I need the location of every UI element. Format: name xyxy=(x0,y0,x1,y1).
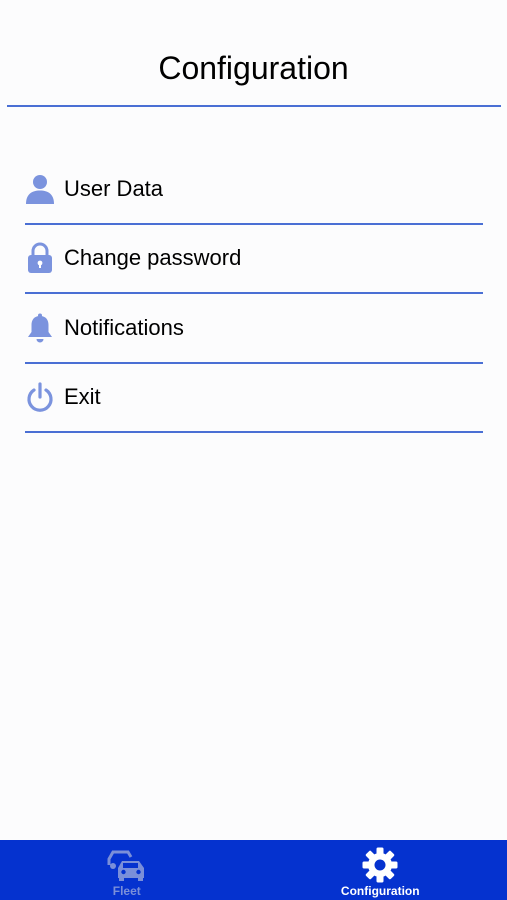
tab-configuration[interactable]: Configuration xyxy=(254,840,507,900)
tab-bar: Fleet Configuration xyxy=(0,840,507,900)
gear-icon xyxy=(359,846,401,884)
menu-item-change-password[interactable]: Change password xyxy=(25,225,483,294)
menu-item-label: Change password xyxy=(64,245,242,271)
menu-item-user-data[interactable]: User Data xyxy=(25,155,483,225)
cars-icon xyxy=(106,846,148,884)
menu-item-notifications[interactable]: Notifications xyxy=(25,294,483,364)
user-icon xyxy=(25,173,55,205)
lock-icon xyxy=(25,242,55,274)
menu-item-label: User Data xyxy=(64,175,164,201)
page-title: Configuration xyxy=(158,50,349,86)
tab-label: Fleet xyxy=(112,884,141,898)
tab-label: Configuration xyxy=(340,884,420,898)
settings-menu: User Data Change password Notifications xyxy=(25,155,483,433)
power-icon xyxy=(25,381,55,413)
tab-fleet[interactable]: Fleet xyxy=(0,840,254,900)
menu-item-label: Notifications xyxy=(64,314,184,340)
bell-icon xyxy=(25,312,55,344)
menu-item-exit[interactable]: Exit xyxy=(25,364,483,433)
header-divider xyxy=(7,105,501,107)
menu-item-label: Exit xyxy=(64,384,101,410)
header: Configuration xyxy=(0,0,507,108)
